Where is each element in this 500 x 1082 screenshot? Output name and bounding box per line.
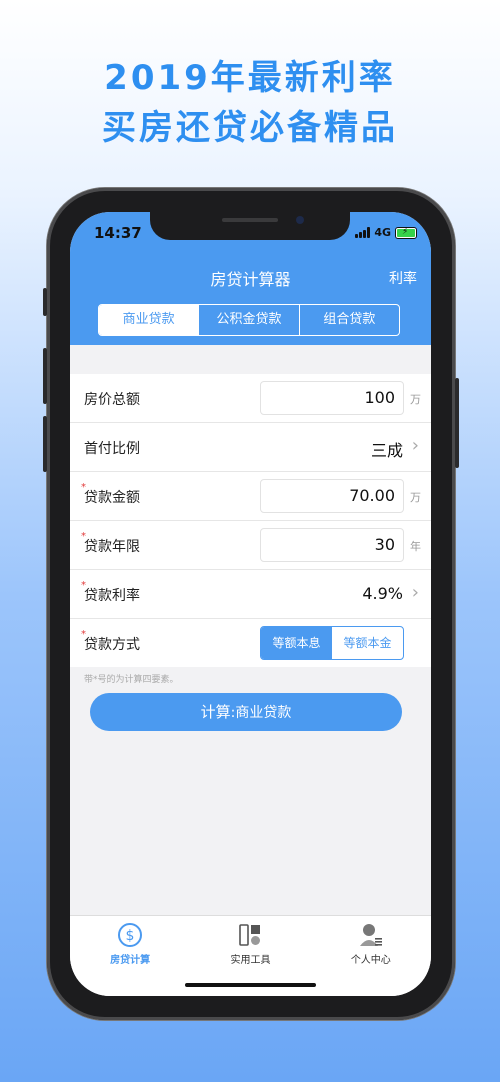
house-price-label: 房价总额 <box>84 392 140 408</box>
power-button <box>455 378 459 468</box>
interest-rate-label: 贷款利率 <box>84 588 140 604</box>
tab-profile[interactable]: 个人中心 <box>311 916 431 996</box>
loan-form: 房价总额 100 万 首付比例 三成 › * 贷款金额 70.00 万 * 贷款… <box>70 374 431 667</box>
signal-icon <box>355 227 371 238</box>
interest-rate-value: 4.9% <box>362 584 403 603</box>
rate-link[interactable]: 利率 <box>389 268 417 288</box>
chevron-right-icon: › <box>411 435 419 456</box>
house-price-input[interactable]: 100 <box>260 381 404 415</box>
front-camera <box>296 216 304 224</box>
status-indicators: 4G ⚡ <box>355 226 417 239</box>
speaker-grille <box>222 218 278 222</box>
loan-amount-input[interactable]: 70.00 <box>260 479 404 513</box>
calculate-button-label: 计算 <box>200 703 231 721</box>
promo-headline-1: 2019年最新利率 <box>104 58 396 98</box>
status-time: 14:37 <box>94 224 142 242</box>
page-title: 房贷计算器 <box>210 270 291 289</box>
tab-mortgage-calc[interactable]: $ 房贷计算 <box>70 916 190 996</box>
calculate-button[interactable]: 计算:商业贷款 <box>90 693 402 731</box>
tools-icon <box>237 922 263 948</box>
network-type: 4G <box>374 226 391 239</box>
loan-amount-row: * 贷款金额 70.00 万 <box>70 472 431 521</box>
down-payment-value: 三成 <box>370 441 403 460</box>
loan-term-unit: 年 <box>410 540 421 553</box>
tab-label: 实用工具 <box>230 955 271 966</box>
phone-notch <box>150 212 350 240</box>
dollar-circle-icon: $ <box>117 922 143 948</box>
repayment-method-label: 贷款方式 <box>84 637 140 653</box>
home-indicator[interactable] <box>185 983 316 987</box>
battery-icon: ⚡ <box>395 226 417 239</box>
house-price-row: 房价总额 100 万 <box>70 374 431 423</box>
loan-term-label: 贷款年限 <box>84 539 140 555</box>
repayment-method-row: * 贷款方式 等额本息 等额本金 <box>70 619 431 667</box>
tab-commercial-loan[interactable]: 商业贷款 <box>99 305 200 335</box>
tab-label: 个人中心 <box>350 955 391 966</box>
loan-term-input[interactable]: 30 <box>260 528 404 562</box>
house-price-unit: 万 <box>410 393 421 406</box>
loan-amount-label: 贷款金额 <box>84 490 140 506</box>
tab-combined-loan[interactable]: 组合贷款 <box>300 305 399 335</box>
volume-up-button <box>43 348 47 404</box>
down-payment-label: 首付比例 <box>84 441 140 457</box>
down-payment-row[interactable]: 首付比例 三成 › <box>70 423 431 472</box>
user-icon <box>358 922 384 948</box>
equal-installment-button[interactable]: 等额本息 <box>261 627 332 659</box>
loan-type-tabs: 商业贷款 公积金贷款 组合贷款 <box>98 304 400 336</box>
tab-provident-fund-loan[interactable]: 公积金贷款 <box>199 305 300 335</box>
promo-headline-2: 买房还贷必备精品 <box>102 108 398 148</box>
app-screen: 14:37 4G ⚡ 房贷计算器 利率 商业贷款 公积金贷款 组合贷款 房价总额… <box>70 212 431 996</box>
required-fields-note: 带*号的为计算四要素。 <box>84 675 179 685</box>
chevron-right-icon: › <box>411 582 419 603</box>
interest-rate-row[interactable]: * 贷款利率 4.9% › <box>70 570 431 619</box>
svg-text:$: $ <box>126 928 135 944</box>
volume-down-button <box>43 416 47 472</box>
repayment-method-toggle: 等额本息 等额本金 <box>260 626 404 660</box>
loan-term-row: * 贷款年限 30 年 <box>70 521 431 570</box>
calculate-button-loan-type: :商业贷款 <box>230 705 292 721</box>
tab-label: 房贷计算 <box>110 955 151 966</box>
mute-switch <box>43 288 47 316</box>
equal-principal-button[interactable]: 等额本金 <box>332 627 403 659</box>
loan-amount-unit: 万 <box>410 491 421 504</box>
